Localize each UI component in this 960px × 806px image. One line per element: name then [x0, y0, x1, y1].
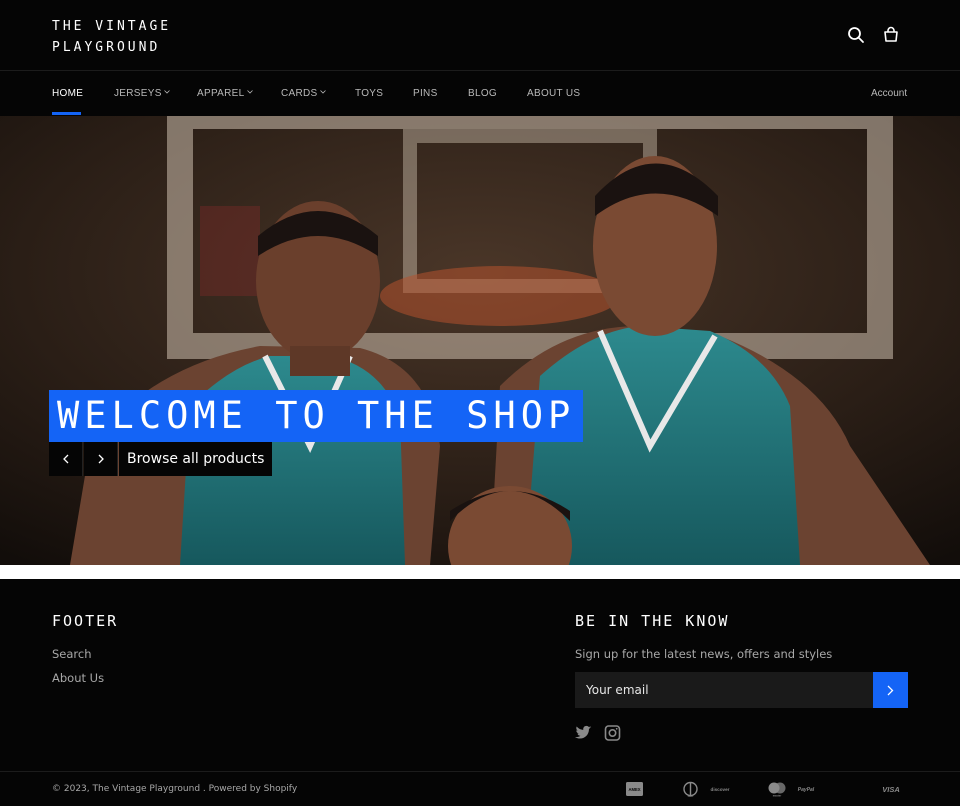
nav-item-jerseys[interactable]: JERSEYS — [114, 88, 170, 99]
store-logo[interactable]: THE VINTAGE PLAYGROUND — [52, 16, 171, 58]
search-icon[interactable] — [846, 25, 866, 45]
chevron-down-icon — [319, 90, 326, 94]
slide-next-button[interactable] — [84, 442, 118, 476]
nav-label: TOYS — [355, 88, 384, 99]
hero-title: WELCOME TO THE SHOP — [49, 390, 584, 442]
nav-item-about-us[interactable]: ABOUT US — [527, 88, 580, 99]
visa-icon: VISA — [880, 781, 902, 797]
nav-label: HOME — [52, 88, 84, 99]
email-input[interactable] — [575, 672, 873, 708]
nav-item-pins[interactable]: PINS — [413, 88, 438, 99]
slide-prev-button[interactable] — [49, 442, 83, 476]
browse-all-products-button[interactable]: Browse all products — [119, 442, 273, 476]
amex-label: AMEX — [628, 787, 640, 792]
nav-label: PINS — [413, 88, 438, 99]
newsletter-subtitle: Sign up for the latest news, offers and … — [575, 647, 833, 661]
hero-image — [0, 116, 960, 565]
discover-label: discover — [711, 787, 730, 792]
paypal-label: PayPal — [798, 787, 815, 793]
footer-link-about-us[interactable]: About Us — [52, 671, 104, 685]
subscribe-button[interactable] — [873, 672, 908, 708]
hero-slideshow: WELCOME TO THE SHOP Browse all products — [0, 116, 960, 565]
nav-label: APPAREL — [197, 88, 245, 99]
site-header: THE VINTAGE PLAYGROUND — [0, 0, 960, 71]
nav-item-cards[interactable]: CARDS — [281, 88, 326, 99]
copyright-prefix: © 2023, — [52, 784, 90, 794]
chevron-down-icon — [163, 90, 170, 94]
amex-icon: AMEX — [626, 781, 643, 797]
footer-heading: FOOTER — [52, 612, 119, 630]
twitter-icon[interactable] — [575, 725, 592, 741]
nav-label: BLOG — [468, 88, 497, 99]
mastercard-label: master — [773, 794, 782, 798]
footer-divider — [0, 771, 960, 772]
chevron-left-icon — [62, 454, 68, 464]
section-divider — [0, 565, 960, 579]
nav-item-toys[interactable]: TOYS — [355, 88, 383, 99]
mastercard-icon: master — [767, 781, 787, 797]
newsletter-heading: BE IN THE KNOW — [575, 612, 730, 630]
nav-item-blog[interactable]: BLOG — [468, 88, 497, 99]
discover-icon: discover — [708, 781, 732, 797]
nav-label: CARDS — [281, 88, 318, 99]
diners-icon: diners — [682, 781, 699, 797]
instagram-icon[interactable] — [604, 725, 621, 741]
chevron-right-icon — [887, 685, 894, 695]
nav-label: ABOUT US — [527, 88, 581, 99]
nav-label: JERSEYS — [114, 88, 162, 99]
copyright: © 2023, The Vintage Playground . Powered… — [52, 784, 297, 794]
cart-icon[interactable] — [881, 25, 901, 45]
store-name-link[interactable]: The Vintage Playground — [93, 784, 201, 794]
nav-item-home[interactable]: HOME — [52, 88, 83, 99]
footer-link-search[interactable]: Search — [52, 647, 92, 661]
powered-by-shopify-link[interactable]: . Powered by Shopify — [203, 784, 297, 794]
account-link[interactable]: Account — [871, 88, 907, 99]
paypal-icon: PayPal — [794, 781, 818, 797]
nav-item-apparel[interactable]: APPAREL — [197, 88, 253, 99]
visa-label: VISA — [882, 785, 900, 794]
active-nav-indicator — [52, 112, 81, 115]
diners-label: diners — [688, 796, 693, 797]
main-nav: HOME JERSEYS APPAREL CARDS TOYS PINS BLO… — [0, 71, 960, 116]
chevron-down-icon — [246, 90, 253, 94]
site-footer: FOOTER Search About Us BE IN THE KNOW Si… — [0, 579, 960, 806]
chevron-right-icon — [98, 454, 104, 464]
